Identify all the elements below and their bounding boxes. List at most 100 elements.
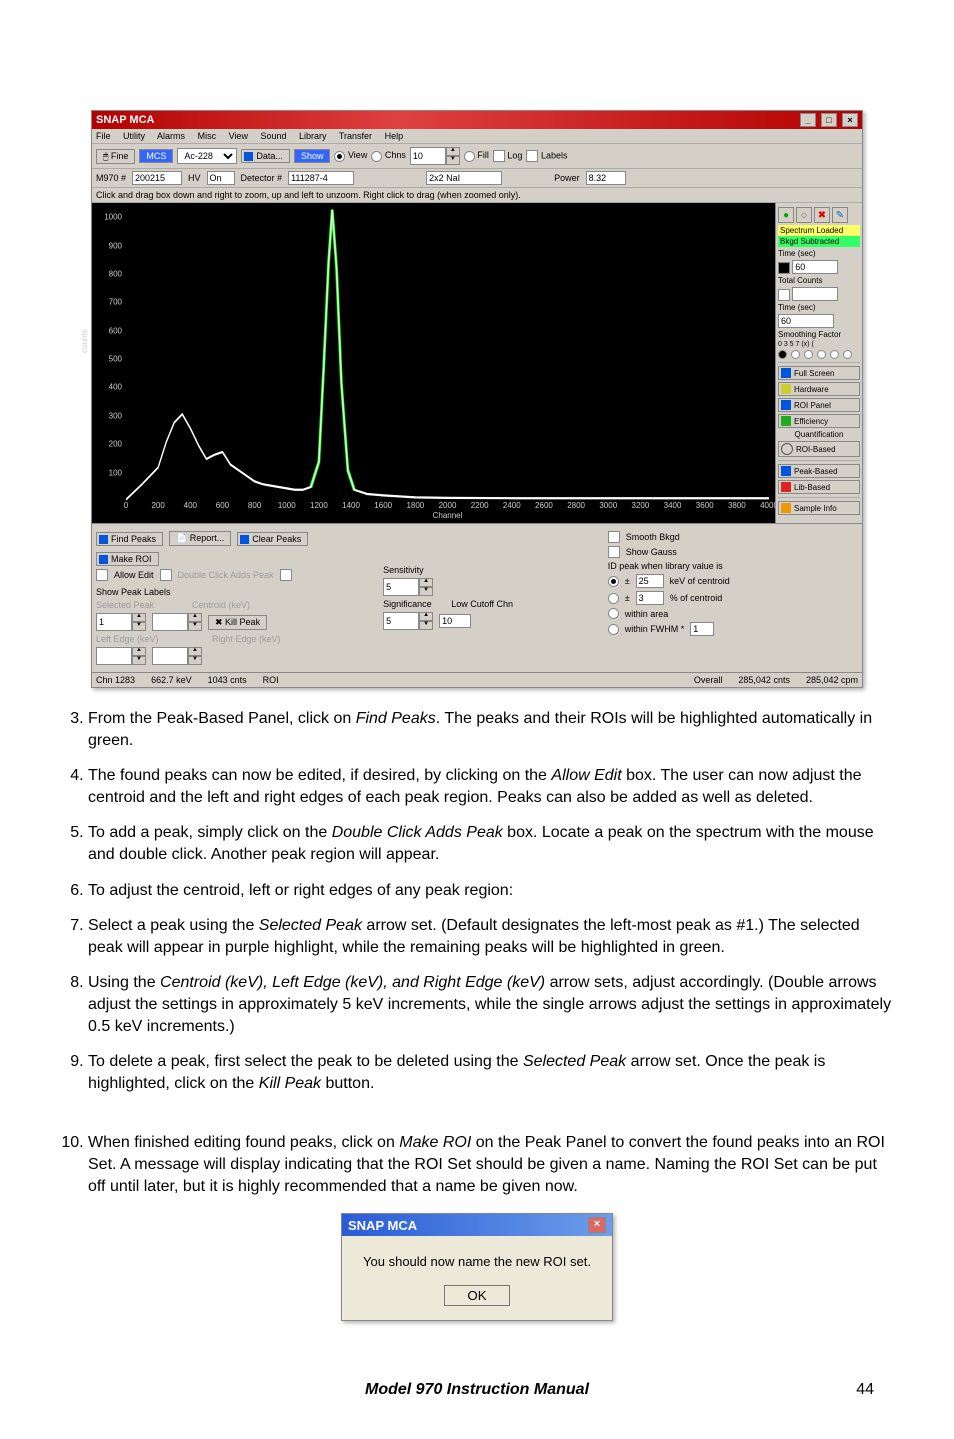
peak-based-button[interactable]: Peak-Based <box>778 464 860 478</box>
opt2-unit: % of centroid <box>670 593 723 603</box>
selected-peak-label: Selected Peak <box>96 600 186 610</box>
view-radio[interactable] <box>334 151 345 162</box>
smooth-values: 0 3 5 7 (x) ( <box>778 341 860 348</box>
report-button[interactable]: 📄 Report... <box>169 531 231 546</box>
x-axis: 0200400600800100012001400160018002000220… <box>126 501 769 521</box>
close-icon[interactable]: × <box>842 113 858 127</box>
show-gauss-label: Show Gauss <box>626 547 677 557</box>
sample-info-button[interactable]: Sample Info <box>778 501 860 515</box>
smooth-label: Smoothing Factor <box>778 330 860 339</box>
full-screen-button[interactable]: Full Screen <box>778 366 860 380</box>
chns-spinner[interactable]: ▲▼ <box>410 147 460 165</box>
chns-radio[interactable] <box>371 151 382 162</box>
page-number: 44 <box>856 1381 874 1399</box>
detector-value <box>288 171 354 185</box>
time2-label: Time (sec) <box>778 303 860 312</box>
menu-transfer[interactable]: Transfer <box>339 131 372 141</box>
time-label: Time (sec) <box>778 249 860 258</box>
show-labels-label: Show Peak Labels <box>96 587 171 597</box>
close-side-icon[interactable]: ✖ <box>814 207 830 223</box>
kill-peak-button[interactable]: ✖ Kill Peak <box>208 615 267 630</box>
x-axis-title: Channel <box>433 511 463 520</box>
id-opt1-radio[interactable] <box>608 576 619 587</box>
time-checkbox[interactable] <box>778 262 790 274</box>
time-input[interactable] <box>792 260 838 274</box>
titlebar: SNAP MCA _ □ × <box>92 111 862 129</box>
allow-edit-checkbox[interactable] <box>96 569 108 581</box>
log-label: Log <box>507 150 522 160</box>
roi-panel-button[interactable]: ROI Panel <box>778 398 860 412</box>
detector-type <box>426 171 502 185</box>
edit-icon[interactable]: ✎ <box>832 207 848 223</box>
show-labels-checkbox[interactable] <box>280 569 292 581</box>
right-edge-label: Right Edge (keV) <box>212 634 322 644</box>
instruction-text: From the Peak-Based Panel, click on Find… <box>40 708 914 1197</box>
dialog-close-icon[interactable]: × <box>588 1217 606 1233</box>
smooth-bkgd-checkbox[interactable] <box>608 531 620 543</box>
left-edge-spinner[interactable]: ▲▼ <box>96 647 146 665</box>
power-label: Power <box>554 173 580 183</box>
fine-button[interactable]: 🖱 Fine <box>96 149 135 164</box>
sensitivity-spinner[interactable]: ▲▼ <box>383 578 433 596</box>
maximize-icon[interactable]: □ <box>821 113 837 127</box>
menu-help[interactable]: Help <box>385 131 404 141</box>
roi-based-button[interactable]: ROI-Based <box>778 441 860 457</box>
id-opt2-input[interactable] <box>636 591 664 605</box>
sb-cnts: 1043 cnts <box>208 675 247 685</box>
selected-peak-spinner[interactable]: ▲▼ <box>96 613 146 631</box>
app-title: SNAP MCA <box>96 114 154 126</box>
instruction-item: Using the Centroid (keV), Left Edge (keV… <box>88 972 894 1037</box>
id-peak-label: ID peak when library value is <box>608 561 858 571</box>
centroid-label: Centroid (keV) <box>192 600 302 610</box>
centroid-spinner[interactable]: ▲▼ <box>152 613 202 631</box>
minimize-icon[interactable]: _ <box>800 113 816 127</box>
isotope-select[interactable]: Ac-228 <box>177 148 237 164</box>
data-button[interactable]: Data... <box>241 149 290 163</box>
disk-icon[interactable]: ● <box>778 207 794 223</box>
show-button[interactable]: Show <box>294 149 331 163</box>
significance-spinner[interactable]: ▲▼ <box>383 612 433 630</box>
make-roi-button[interactable]: Make ROI <box>96 552 159 566</box>
low-cutoff-input[interactable] <box>439 614 471 628</box>
id-opt1-input[interactable] <box>636 574 664 588</box>
dialog-ok-button[interactable]: OK <box>444 1285 509 1306</box>
clear-peaks-button[interactable]: Clear Peaks <box>237 532 308 546</box>
total-input[interactable] <box>792 287 838 301</box>
menu-sound[interactable]: Sound <box>260 131 286 141</box>
id-opt4-radio[interactable] <box>608 624 619 635</box>
opt2-pm: ± <box>625 593 630 603</box>
lib-based-button[interactable]: Lib-Based <box>778 480 860 494</box>
dbl-click-checkbox[interactable] <box>160 569 172 581</box>
log-checkbox[interactable] <box>493 150 505 162</box>
y-axis: 1002003004005006007008009001000 <box>92 203 126 501</box>
total-checkbox[interactable] <box>778 289 790 301</box>
sb-chn-label: Chn <box>96 675 113 685</box>
plot-area[interactable] <box>126 207 769 501</box>
instruction-item: To adjust the centroid, left or right ed… <box>88 880 894 902</box>
mcs-button[interactable]: MCS <box>139 149 173 163</box>
opt1-pm: ± <box>625 576 630 586</box>
menu-misc[interactable]: Misc <box>198 131 217 141</box>
time2-input[interactable] <box>778 314 834 328</box>
menu-file[interactable]: File <box>96 131 111 141</box>
labels-checkbox[interactable] <box>526 150 538 162</box>
menu-library[interactable]: Library <box>299 131 327 141</box>
spectrum-chart[interactable]: counts 1002003004005006007008009001000 0… <box>92 203 775 523</box>
id-opt4-input[interactable] <box>690 622 714 636</box>
show-gauss-checkbox[interactable] <box>608 546 620 558</box>
efficiency-button[interactable]: Efficiency <box>778 414 860 428</box>
view-label: View <box>348 150 367 160</box>
menu-utility[interactable]: Utility <box>123 131 145 141</box>
hardware-button[interactable]: Hardware <box>778 382 860 396</box>
menu-alarms[interactable]: Alarms <box>157 131 185 141</box>
opt3-label: within area <box>625 609 669 619</box>
id-opt3-radio[interactable] <box>608 608 619 619</box>
right-edge-spinner[interactable]: ▲▼ <box>152 647 202 665</box>
menu-view[interactable]: View <box>229 131 248 141</box>
find-peaks-button[interactable]: Find Peaks <box>96 532 163 546</box>
smooth-radios[interactable] <box>778 350 860 359</box>
disk2-icon[interactable]: ◌ <box>796 207 812 223</box>
spectrum-loaded-badge: Spectrum Loaded <box>778 225 860 236</box>
fill-radio[interactable] <box>464 151 475 162</box>
id-opt2-radio[interactable] <box>608 593 619 604</box>
